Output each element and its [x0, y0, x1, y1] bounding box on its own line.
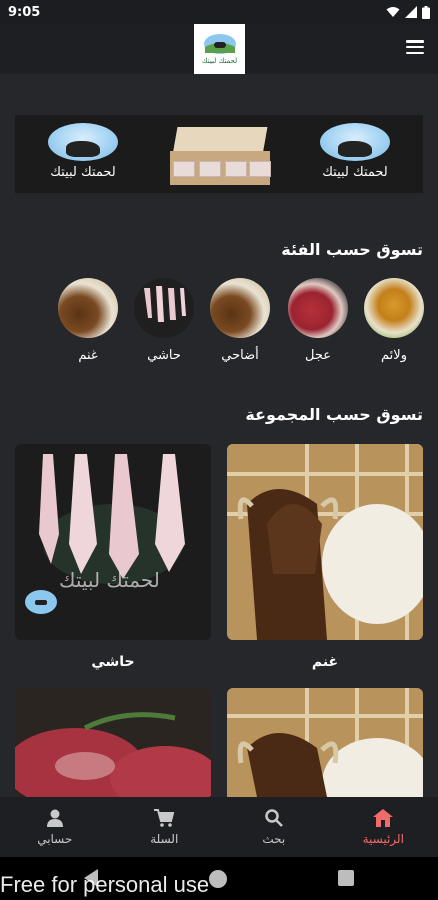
status-bar: 9:05 [0, 0, 438, 24]
promo-banner[interactable]: لحمتك لبيتك لحمتك لبيتك [15, 115, 423, 193]
beef-steak-image [288, 278, 348, 338]
category-item-beef[interactable]: عجل [286, 278, 350, 363]
category-list: ولائم عجل أضاحي حاشي غنم [0, 278, 438, 368]
nav-label-cart: السلة [150, 832, 179, 846]
group-card-camel[interactable]: لحمتك لبيتك [15, 444, 211, 640]
meat-pack [225, 161, 247, 177]
card-logo-text: لحمتك لبيتك [59, 568, 160, 592]
meat-pack [199, 161, 221, 177]
group-section-title: تسوق حسب المجموعة [245, 405, 423, 424]
app-logo[interactable]: لحمتك لبيتك [194, 24, 245, 74]
logo-text: لحمتك لبيتك [201, 57, 238, 65]
nav-item-home[interactable]: الرئيسية [329, 797, 438, 857]
logo-emblem-icon [203, 34, 236, 54]
hamburger-line [406, 51, 424, 54]
category-label: عجل [305, 348, 331, 363]
category-label: حاشي [147, 348, 181, 363]
cart-icon [154, 809, 175, 827]
battery-icon [422, 5, 430, 19]
signal-icon [405, 6, 417, 18]
banner-logo-right: لحمتك لبيتك [315, 123, 395, 187]
nav-label-account: حسابي [37, 832, 73, 846]
sheep-image [58, 278, 118, 338]
banner-logo-text-left: لحمتك لبيتك [50, 165, 116, 180]
bottom-navigation: الرئيسية بحث السلة حسابي [0, 797, 438, 857]
banner-logo-left: لحمتك لبيتك [43, 123, 123, 187]
group-card-sheep-2[interactable] [227, 688, 423, 797]
app-bar: لحمتك لبيتك [0, 24, 438, 74]
category-section-title: تسوق حسب الفئة [281, 240, 423, 259]
status-time: 9:05 [8, 4, 41, 20]
home-icon [373, 809, 394, 827]
nav-item-search[interactable]: بحث [219, 797, 329, 857]
menu-button[interactable] [406, 40, 424, 54]
category-item-sacrifice[interactable]: أضاحي [208, 278, 272, 363]
meat-pack [249, 161, 271, 177]
brown-sheep-photo [227, 688, 423, 797]
search-icon [265, 809, 283, 827]
home-button-icon[interactable] [208, 869, 228, 889]
category-item-camel[interactable]: حاشي [132, 278, 196, 363]
hamburger-line [406, 40, 424, 43]
watermark-text: Free for personal use [0, 872, 210, 897]
category-label: ولائم [381, 348, 407, 363]
app-screen: 9:05 لحمتك لبيتك لحمتك لبيتك لحمتك لبيتك… [0, 0, 438, 900]
group-card-label: حاشي [91, 654, 135, 670]
status-icons [386, 5, 430, 19]
category-label: غنم [78, 348, 98, 363]
banner-logo-text-right: لحمتك لبيتك [322, 165, 388, 180]
sheep-image [210, 278, 270, 338]
recents-icon[interactable] [338, 870, 354, 886]
meat-box-image [165, 121, 275, 187]
banner-emblem-icon [48, 123, 118, 161]
wifi-icon [386, 7, 400, 17]
group-card-sheep[interactable] [227, 444, 423, 640]
nav-item-cart[interactable]: السلة [110, 797, 220, 857]
group-card-label: غنم [311, 654, 339, 670]
category-label: أضاحي [221, 348, 259, 363]
banner-emblem-icon [320, 123, 390, 161]
hanging-carcass-image [134, 278, 194, 338]
hamburger-line [406, 45, 424, 49]
meat-pack [173, 161, 195, 177]
group-card-beef[interactable] [15, 688, 211, 797]
user-icon [46, 809, 63, 827]
nav-label-home: الرئيسية [362, 832, 404, 846]
hanging-carcass-photo [15, 444, 211, 640]
raw-beef-photo [15, 688, 211, 797]
category-item-feast[interactable]: ولائم [362, 278, 426, 363]
hanging-carcass-icon [144, 286, 186, 322]
feast-image [364, 278, 424, 338]
nav-label-search: بحث [262, 832, 286, 846]
nav-item-account[interactable]: حسابي [0, 797, 110, 857]
category-item-sheep[interactable]: غنم [56, 278, 120, 363]
brown-sheep-photo [227, 444, 423, 640]
